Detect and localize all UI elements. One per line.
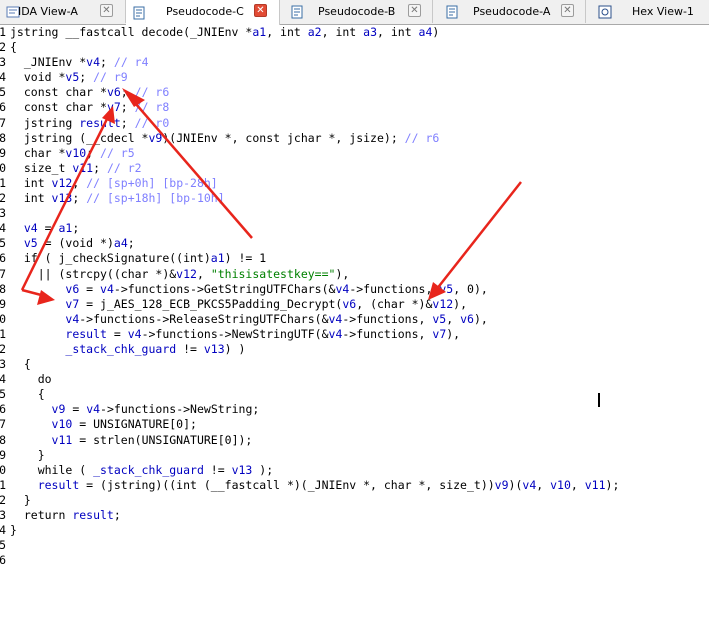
line-number: 3 [0,508,6,522]
line-number: 3 [0,206,6,221]
line-number: 1 [0,25,6,39]
code-line[interactable]: } [10,523,619,538]
line-number: 2 [0,492,6,507]
code-line[interactable]: int v13; // [sp+18h] [bp-10h] [10,191,619,206]
code-line[interactable]: v6 = v4->functions->GetStringUTFChars(&v… [10,282,619,297]
line-number: 6 [0,402,6,417]
tab-label: IDA View-A [18,5,78,18]
line-number: 5 [0,236,6,251]
code-line[interactable]: const char *v6; // r6 [10,85,619,100]
line-number: 6 [0,553,6,568]
line-number: 5 [0,538,6,553]
line-number: 8 [0,281,6,296]
line-number: 4 [0,221,6,236]
line-number: 0 [0,462,6,477]
line-number: 8 [0,432,6,447]
line-number: 9 [0,447,6,462]
line-number-gutter: 123456789012345678901234567890123456 [0,25,6,640]
line-number: 7 [0,266,6,281]
line-number: 6 [0,251,6,266]
code-line[interactable]: do [10,372,619,387]
line-number: 2 [0,341,6,356]
hex-view-icon [598,5,612,19]
code-line[interactable]: const char *v7; // r8 [10,100,619,115]
line-number: 7 [0,115,6,130]
tab-ida-view-a[interactable]: IDA View-A ✕ [0,0,126,23]
code-line[interactable]: result = (jstring)((int (__fastcall *)(_… [10,478,620,493]
code-line[interactable]: jstring (__cdecl *v9)(JNIEnv *, const jc… [10,131,619,146]
code-line[interactable]: while ( _stack_chk_guard != v13 ); [10,463,619,478]
pseudocode-icon [132,6,146,20]
text-cursor [598,393,600,407]
line-number: 8 [0,130,6,145]
line-number: 2 [0,40,6,55]
code-line[interactable]: v10 = UNSIGNATURE[0]; [10,417,619,432]
code-text[interactable]: jstring __fastcall decode(_JNIEnv *a1, i… [10,25,619,538]
tab-pseudocode-a[interactable]: Pseudocode-A ✕ [433,0,586,23]
code-line[interactable]: } [10,493,619,508]
code-line[interactable]: v9 = v4->functions->NewString; [10,402,619,417]
code-line[interactable]: jstring __fastcall decode(_JNIEnv *a1, i… [10,25,619,40]
line-number: 1 [0,175,6,190]
line-number: 4 [0,523,6,538]
line-number: 0 [0,160,6,175]
tab-label: Pseudocode-B [318,5,396,18]
code-line[interactable]: v4 = a1; [10,221,619,236]
line-number: 1 [0,326,6,341]
code-line[interactable]: } [10,448,619,463]
line-number: 1 [0,477,6,492]
line-number: 3 [0,357,6,372]
code-line[interactable]: { [10,387,619,402]
close-icon[interactable]: ✕ [561,4,574,17]
code-line[interactable]: jstring result; // r0 [10,116,619,131]
tab-label: Pseudocode-A [473,5,551,18]
code-line[interactable]: v5 = (void *)a4; [10,236,619,251]
code-line[interactable]: void *v5; // r9 [10,70,619,85]
pseudocode-view[interactable]: 123456789012345678901234567890123456 jst… [0,25,709,640]
tab-hex-view-1[interactable]: Hex View-1 [586,0,709,23]
code-line[interactable]: { [10,40,619,55]
line-number: 4 [0,70,6,85]
code-line[interactable]: v11 = strlen(UNSIGNATURE[0]); [10,433,619,448]
tab-pseudocode-c[interactable]: Pseudocode-C ✕ [126,0,280,25]
line-number: 4 [0,372,6,387]
line-number: 7 [0,417,6,432]
tab-pseudocode-b[interactable]: Pseudocode-B ✕ [280,0,433,23]
code-line[interactable]: _stack_chk_guard != v13) ) [10,342,619,357]
tab-bar: IDA View-A ✕ Pseudocode-C ✕ Pseudocode-B… [0,0,709,25]
code-line[interactable] [10,206,619,221]
close-icon[interactable]: ✕ [254,4,267,17]
code-line[interactable]: v4->functions->ReleaseStringUTFChars(&v4… [10,312,619,327]
pseudocode-icon [445,5,459,19]
code-line[interactable]: if ( j_checkSignature((int)a1) != 1 [10,251,619,266]
code-line[interactable]: int v12; // [sp+0h] [bp-28h] [10,176,619,191]
line-number: 2 [0,191,6,206]
line-number: 9 [0,145,6,160]
tab-label: Pseudocode-C [166,5,244,18]
code-line[interactable]: char *v10; // r5 [10,146,619,161]
code-line[interactable]: || (strcpy((char *)&v12, "thisisatestkey… [10,267,619,282]
tab-label: Hex View-1 [632,5,694,18]
code-line[interactable]: return result; [10,508,619,523]
code-line[interactable]: v7 = j_AES_128_ECB_PKCS5Padding_Decrypt(… [10,297,619,312]
code-line[interactable]: size_t v11; // r2 [10,161,619,176]
line-number: 5 [0,85,6,100]
line-number: 5 [0,387,6,402]
line-number: 9 [0,296,6,311]
code-line[interactable]: { [10,357,619,372]
pseudocode-icon [290,5,304,19]
code-line[interactable]: result = v4->functions->NewStringUTF(&v4… [10,327,619,342]
line-number: 3 [0,55,6,70]
close-icon[interactable]: ✕ [408,4,421,17]
line-number: 6 [0,100,6,115]
line-number: 0 [0,311,6,326]
code-line[interactable]: _JNIEnv *v4; // r4 [10,55,619,70]
close-icon[interactable]: ✕ [100,4,113,17]
